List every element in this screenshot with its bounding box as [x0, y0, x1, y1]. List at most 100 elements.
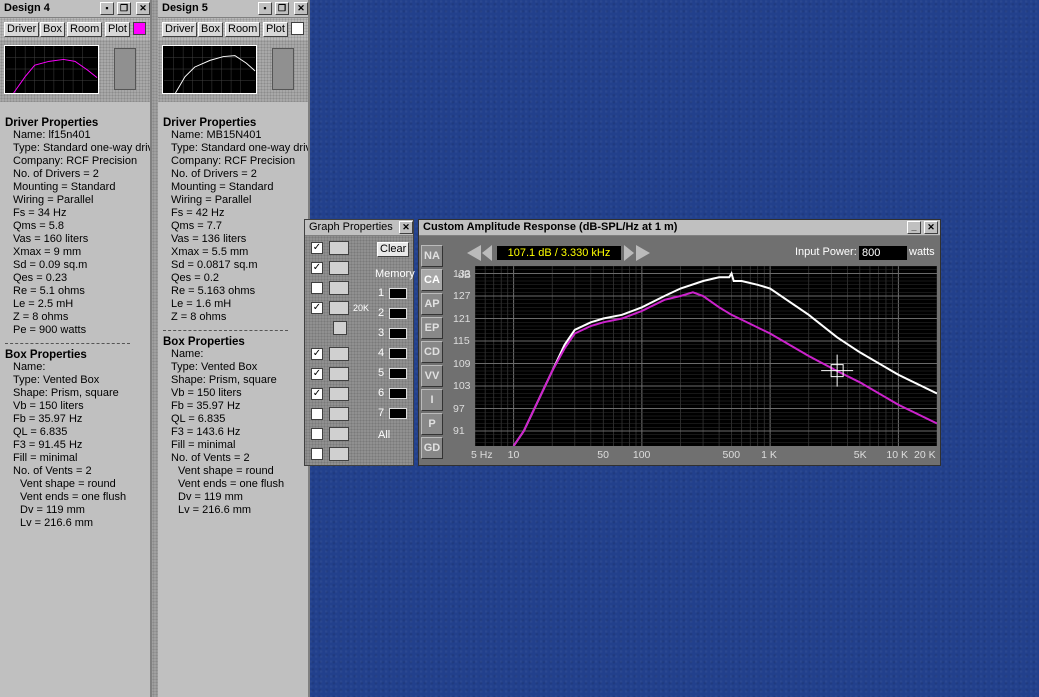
input-power-field[interactable]: 800 — [859, 246, 907, 260]
box-button[interactable]: Box — [198, 22, 223, 37]
memory-slot-label: 3 — [378, 327, 385, 339]
copy-icon[interactable]: ❐ — [275, 2, 289, 15]
box-property: Vb = 150 liters — [13, 400, 84, 412]
y-tick-label: 91 — [453, 425, 465, 437]
driver-property: Fs = 42 Hz — [171, 207, 225, 219]
box-property: Name: — [13, 361, 46, 373]
tab-gd[interactable]: GD — [421, 437, 443, 459]
save-icon[interactable]: ▪ — [100, 2, 114, 15]
cabinet-icon — [329, 367, 349, 381]
driver-property: Company: RCF Precision — [13, 155, 138, 167]
driver-property: Qes = 0.2 — [171, 272, 220, 284]
driver-property: Le = 1.6 mH — [171, 298, 232, 310]
design-5-titlebar: Design 5 ▪ ❐ ✕ — [158, 0, 308, 18]
minimize-icon[interactable]: _ — [907, 221, 921, 234]
box-property: Fill = minimal — [171, 439, 236, 451]
driver-button[interactable]: Driver — [4, 22, 40, 37]
grid-icon — [329, 261, 349, 275]
tab-vv[interactable]: VV — [421, 365, 443, 387]
driver-property: Xmax = 5.5 mm — [171, 246, 249, 258]
excursion-checkbox[interactable] — [311, 428, 323, 440]
speaker-controls-icon[interactable] — [272, 48, 294, 90]
range-checkbox[interactable]: ✓ — [311, 302, 323, 314]
close-icon[interactable]: ✕ — [136, 2, 150, 15]
memory-slot-button[interactable] — [389, 308, 407, 319]
vent-property: Dv = 119 mm — [20, 504, 85, 516]
graph-properties-body: ✓ ✓ ✓ 20K ✓ ✓ ✓ Clear Memory 1 2 3 4 5 6 7 All — [305, 236, 415, 465]
vent-property: Vent ends = one flush — [178, 478, 285, 490]
memory-slot-button[interactable] — [389, 288, 407, 299]
box-button[interactable]: Box — [40, 22, 65, 37]
crosshair-checkbox[interactable]: ✓ — [311, 242, 323, 254]
filter-checkbox[interactable] — [311, 408, 323, 420]
next-arrow-icon[interactable] — [636, 245, 650, 261]
driver-property: Re = 5.163 ohms — [171, 285, 256, 297]
speaker-controls-icon[interactable] — [114, 48, 136, 90]
close-icon[interactable]: ✕ — [924, 221, 938, 234]
vent-property: Vent ends = one flush — [20, 491, 127, 503]
room-button[interactable]: Room — [225, 22, 261, 37]
memory-slot-button[interactable] — [389, 368, 407, 379]
tab-ap[interactable]: AP — [421, 293, 443, 315]
divider — [163, 330, 288, 331]
driver-button[interactable]: Driver — [162, 22, 198, 37]
step-back-arrow-icon[interactable] — [482, 245, 492, 261]
memory-slot-button[interactable] — [389, 408, 407, 419]
amplitude-response-window: Custom Amplitude Response (dB-SPL/Hz at … — [418, 219, 941, 466]
plot-color-swatch[interactable] — [291, 22, 304, 35]
room-button[interactable]: Room — [67, 22, 103, 37]
input-power-label: Input Power: — [795, 246, 857, 258]
tab-ep[interactable]: EP — [421, 317, 443, 339]
plot-color-swatch[interactable] — [133, 22, 146, 35]
memory-slot-label: 2 — [378, 307, 385, 319]
driver-property: Mounting = Standard — [13, 181, 116, 193]
grid-checkbox[interactable]: ✓ — [311, 262, 323, 274]
driver-property: Xmax = 9 mm — [13, 246, 82, 258]
export-icon[interactable] — [333, 321, 347, 335]
excursion-icon — [329, 427, 349, 441]
room-display-checkbox[interactable]: ✓ — [311, 388, 323, 400]
copy-icon[interactable]: ❐ — [117, 2, 131, 15]
tab-na[interactable]: NA — [421, 245, 443, 267]
plot-button[interactable]: Plot — [105, 22, 130, 37]
window-title: Design 4 — [4, 2, 50, 14]
box-property: F3 = 91.45 Hz — [13, 439, 83, 451]
box-display-checkbox[interactable]: ✓ — [311, 368, 323, 380]
driver-property: Mounting = Standard — [171, 181, 274, 193]
memory-slot-button[interactable] — [389, 328, 407, 339]
step-forward-arrow-icon[interactable] — [624, 245, 634, 261]
y-tick-label: 97 — [453, 402, 465, 415]
clear-button[interactable]: Clear — [377, 242, 410, 257]
memory-slot-button[interactable] — [389, 348, 407, 359]
plot-button[interactable]: Plot — [263, 22, 288, 37]
box-property: Type: Vented Box — [13, 374, 100, 386]
y-tick-label: 103 — [453, 380, 471, 392]
close-icon[interactable]: ✕ — [294, 2, 308, 15]
amplitude-chart[interactable] — [475, 266, 937, 446]
response-thumbnail[interactable] — [162, 45, 257, 94]
close-icon[interactable]: ✕ — [399, 221, 413, 234]
tab-ca[interactable]: CA — [421, 269, 443, 291]
vent-property: Dv = 119 mm — [178, 491, 243, 503]
chart-titlebar: Custom Amplitude Response (dB-SPL/Hz at … — [419, 220, 940, 236]
tab-i[interactable]: I — [421, 389, 443, 411]
memory-all-button[interactable]: All — [378, 429, 390, 441]
driver-property: Fs = 34 Hz — [13, 207, 67, 219]
driver-display-checkbox[interactable]: ✓ — [311, 348, 323, 360]
previous-arrow-icon[interactable] — [467, 245, 481, 261]
cursor-readout: 107.1 dB / 3.330 kHz — [497, 246, 621, 260]
tab-p[interactable]: P — [421, 413, 443, 435]
memory-slot-button[interactable] — [389, 388, 407, 399]
tab-cd[interactable]: CD — [421, 341, 443, 363]
x-tick-label: 1 K — [761, 449, 777, 461]
box-property: Fb = 35.97 Hz — [13, 413, 83, 425]
driver-property: No. of Drivers = 2 — [171, 168, 257, 180]
scale-checkbox[interactable] — [311, 282, 323, 294]
thumbnail-area — [0, 40, 150, 102]
impedance-checkbox[interactable] — [311, 448, 323, 460]
x-tick-label: 5K — [853, 449, 867, 461]
response-thumbnail[interactable] — [4, 45, 99, 94]
driver-property: Wiring = Parallel — [171, 194, 252, 206]
save-icon[interactable]: ▪ — [258, 2, 272, 15]
memory-slot-label: 1 — [378, 287, 385, 299]
